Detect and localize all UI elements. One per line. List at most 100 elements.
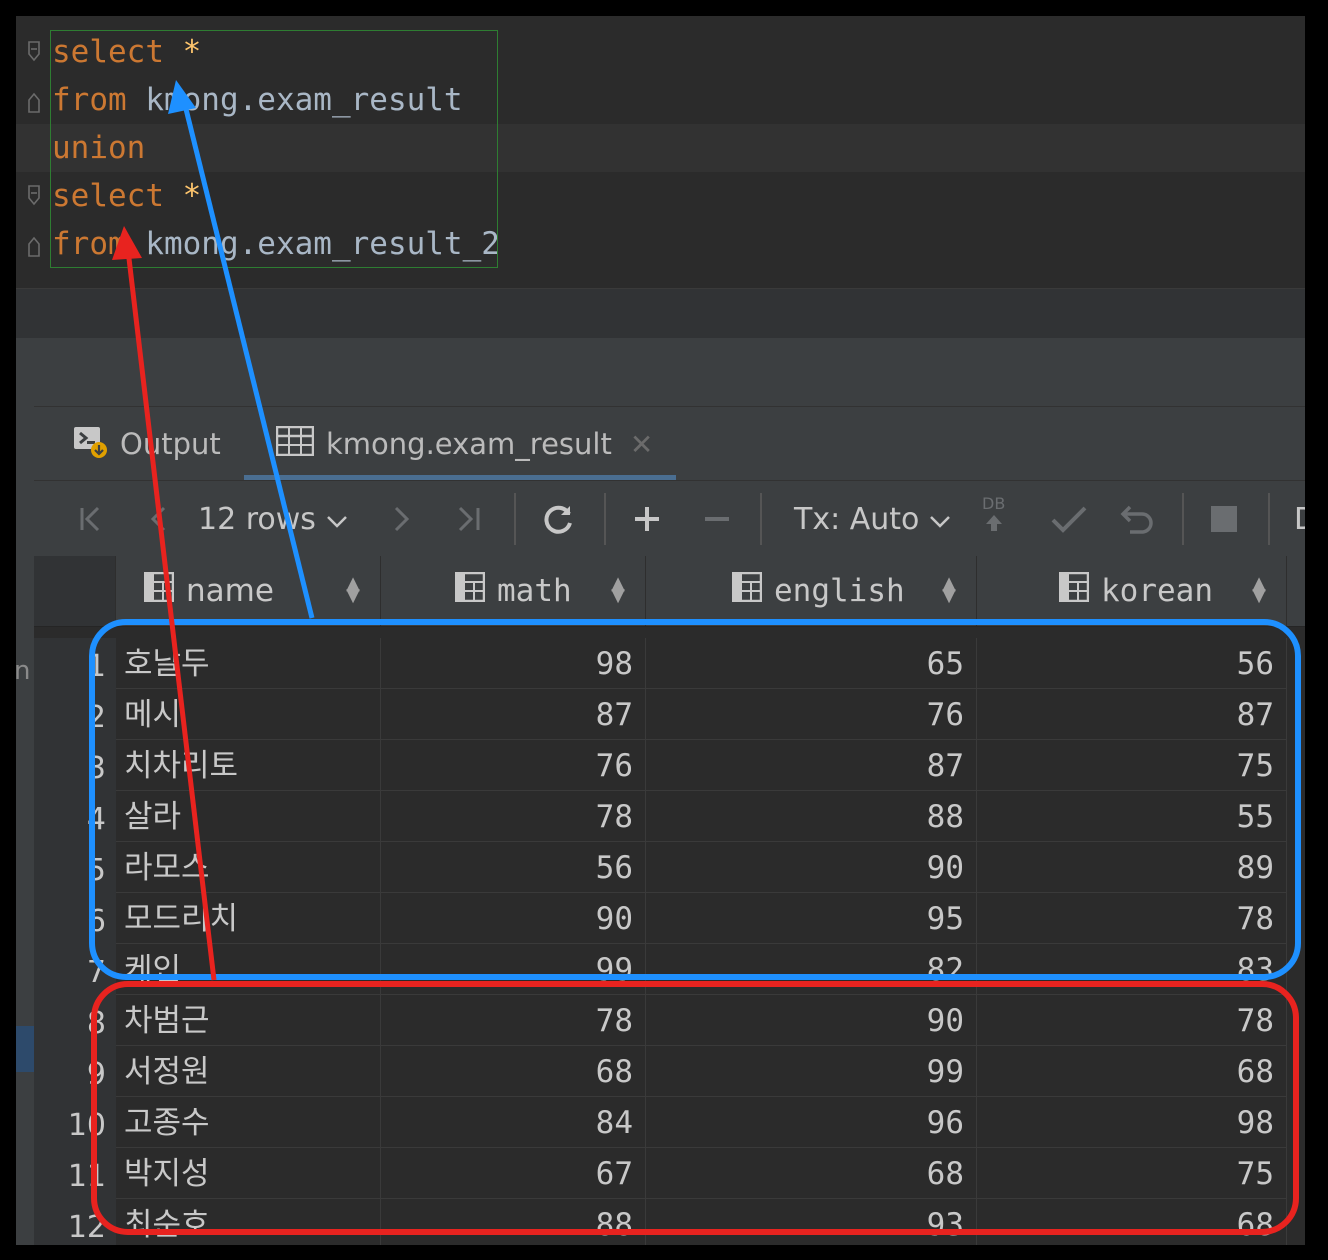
stop-icon[interactable] [1210, 499, 1238, 539]
cell-name[interactable]: 메시 [116, 689, 381, 740]
sql-editor[interactable]: select * from kmong.exam_result union selec… [16, 16, 1305, 288]
cell-english[interactable]: 95 [646, 893, 977, 944]
row-count-selector[interactable]: 12 rows [198, 499, 348, 539]
close-icon[interactable]: ✕ [630, 428, 653, 461]
cell-english[interactable]: 82 [646, 944, 977, 995]
previous-page-icon[interactable] [146, 499, 170, 539]
add-row-icon[interactable] [632, 499, 662, 539]
table-row[interactable]: 10 고종수 84 96 98 [34, 1097, 1305, 1148]
table-row[interactable]: 6 모드리치 90 95 78 [34, 893, 1305, 944]
table-row[interactable]: 8 차범근 78 90 78 [34, 995, 1305, 1046]
row-number[interactable]: 9 [34, 1046, 116, 1097]
cell-name[interactable]: 모드리치 [116, 893, 381, 944]
cell-korean[interactable]: 75 [977, 1148, 1287, 1199]
row-number[interactable]: 12 [34, 1199, 116, 1245]
cell-math[interactable]: 78 [381, 791, 646, 842]
cell-name[interactable]: 고종수 [116, 1097, 381, 1148]
cell-english[interactable]: 96 [646, 1097, 977, 1148]
cell-english[interactable]: 76 [646, 689, 977, 740]
commit-check-icon[interactable] [1050, 499, 1088, 539]
cell-korean[interactable]: 68 [977, 1046, 1287, 1097]
cell-name[interactable]: 호날두 [116, 638, 381, 689]
sort-icon[interactable]: ▲ ▼ [942, 575, 956, 605]
cell-korean[interactable]: 75 [977, 740, 1287, 791]
table-row[interactable]: 5 라모스 56 90 89 [34, 842, 1305, 893]
cell-math[interactable]: 88 [381, 1199, 646, 1245]
row-number[interactable]: 7 [34, 944, 116, 995]
table-row[interactable]: 4 살라 78 88 55 [34, 791, 1305, 842]
cell-math[interactable]: 78 [381, 995, 646, 1046]
fold-end-icon[interactable] [26, 232, 42, 258]
cell-korean[interactable]: 89 [977, 842, 1287, 893]
cell-english[interactable]: 93 [646, 1199, 977, 1245]
sort-icon[interactable]: ▲ ▼ [1252, 575, 1266, 605]
column-header-math[interactable]: math ▲ ▼ [381, 556, 646, 626]
table-row[interactable]: 7 케인 99 82 83 [34, 944, 1305, 995]
table-row[interactable]: 2 메시 87 76 87 [34, 689, 1305, 740]
cell-name[interactable]: 최순호 [116, 1199, 381, 1245]
rollback-icon[interactable] [1120, 499, 1156, 539]
table-row[interactable]: 11 박지성 67 68 75 [34, 1148, 1305, 1199]
sort-icon[interactable]: ▲ ▼ [346, 575, 360, 605]
submit-to-db-icon[interactable]: DB [982, 495, 1005, 535]
cell-name[interactable]: 박지성 [116, 1148, 381, 1199]
cell-math[interactable]: 84 [381, 1097, 646, 1148]
cell-korean[interactable]: 56 [977, 638, 1287, 689]
cell-korean[interactable]: 78 [977, 893, 1287, 944]
refresh-icon[interactable] [540, 499, 576, 539]
cell-name[interactable]: 서정원 [116, 1046, 381, 1097]
cell-english[interactable]: 68 [646, 1148, 977, 1199]
cell-english[interactable]: 87 [646, 740, 977, 791]
cell-english[interactable]: 65 [646, 638, 977, 689]
cell-english[interactable]: 88 [646, 791, 977, 842]
next-page-icon[interactable] [390, 499, 414, 539]
row-number[interactable]: 6 [34, 893, 116, 944]
cell-english[interactable]: 99 [646, 1046, 977, 1097]
cell-korean[interactable]: 78 [977, 995, 1287, 1046]
row-number[interactable]: 5 [34, 842, 116, 893]
fold-start-icon[interactable] [26, 40, 42, 66]
last-page-icon[interactable] [454, 499, 484, 539]
fold-start-icon[interactable] [26, 184, 42, 210]
row-number[interactable]: 2 [34, 689, 116, 740]
cell-english[interactable]: 90 [646, 995, 977, 1046]
table-row[interactable]: 12 최순호 88 93 68 [34, 1199, 1305, 1245]
cell-name[interactable]: 케인 [116, 944, 381, 995]
cell-math[interactable]: 68 [381, 1046, 646, 1097]
cell-name[interactable]: 살라 [116, 791, 381, 842]
cell-korean[interactable]: 87 [977, 689, 1287, 740]
column-header-name[interactable]: name ▲ ▼ [116, 556, 381, 626]
cell-name[interactable]: 치차리토 [116, 740, 381, 791]
cell-math[interactable]: 56 [381, 842, 646, 893]
cell-english[interactable]: 90 [646, 842, 977, 893]
first-page-icon[interactable] [76, 499, 106, 539]
row-number[interactable]: 4 [34, 791, 116, 842]
column-header-english[interactable]: english ▲ ▼ [646, 556, 977, 626]
cell-korean[interactable]: 98 [977, 1097, 1287, 1148]
row-number[interactable]: 11 [34, 1148, 116, 1199]
cell-korean[interactable]: 55 [977, 791, 1287, 842]
cell-math[interactable]: 76 [381, 740, 646, 791]
cell-math[interactable]: 90 [381, 893, 646, 944]
tab-output[interactable]: Output [72, 419, 221, 469]
delete-row-icon[interactable] [702, 499, 732, 539]
row-number[interactable]: 8 [34, 995, 116, 1046]
cell-korean[interactable]: 68 [977, 1199, 1287, 1245]
truncated-toolbar-label[interactable]: DI [1294, 499, 1305, 539]
cell-math[interactable]: 87 [381, 689, 646, 740]
cell-math[interactable]: 67 [381, 1148, 646, 1199]
table-row[interactable]: 3 치차리토 76 87 75 [34, 740, 1305, 791]
cell-name[interactable]: 라모스 [116, 842, 381, 893]
column-header-korean[interactable]: korean ▲ ▼ [977, 556, 1287, 626]
table-row[interactable]: 1 호날두 98 65 56 [34, 638, 1305, 689]
row-number[interactable]: 3 [34, 740, 116, 791]
transaction-mode-selector[interactable]: Tx: Auto [794, 499, 951, 539]
row-number[interactable]: 1 [34, 638, 116, 689]
tab-kmong-exam-result[interactable]: kmong.exam_result ✕ [275, 419, 653, 469]
fold-end-icon[interactable] [26, 88, 42, 114]
cell-korean[interactable]: 83 [977, 944, 1287, 995]
cell-math[interactable]: 98 [381, 638, 646, 689]
table-row[interactable]: 9 서정원 68 99 68 [34, 1046, 1305, 1097]
row-number[interactable]: 10 [34, 1097, 116, 1148]
sort-icon[interactable]: ▲ ▼ [611, 575, 625, 605]
